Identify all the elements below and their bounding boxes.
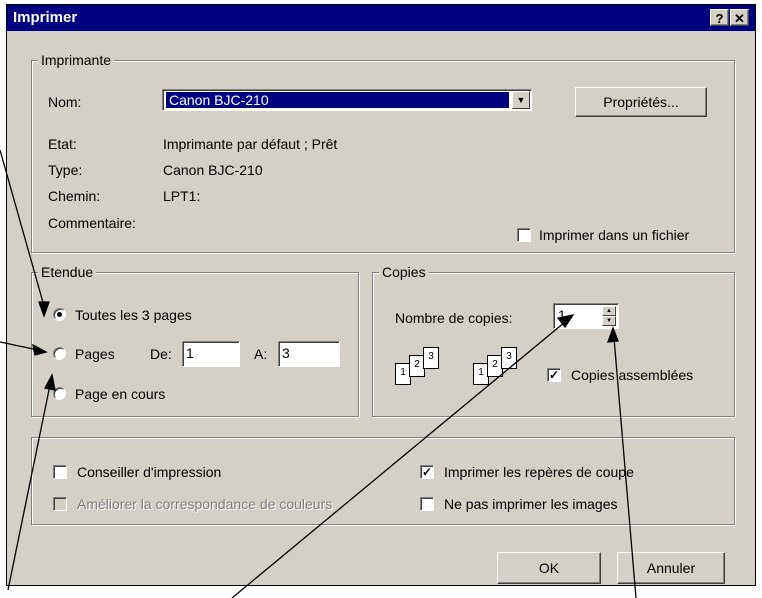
- printer-name-value: Canon BJC-210: [166, 92, 509, 108]
- printer-name-select[interactable]: Canon BJC-210 ▼: [162, 89, 532, 111]
- from-label: De:: [150, 346, 172, 362]
- page-3-icon: 3: [423, 347, 439, 369]
- properties-button[interactable]: Propriétés...: [575, 87, 707, 117]
- pages-label[interactable]: Pages: [75, 346, 115, 362]
- pages-radio[interactable]: [53, 347, 66, 360]
- copies-count-spinner[interactable]: 1 ▲ ▼: [553, 303, 619, 329]
- all-pages-radio[interactable]: [53, 308, 66, 321]
- copies-count-label: Nombre de copies:: [395, 310, 513, 326]
- printer-type-label: Type:: [48, 162, 83, 178]
- print-dialog: Imprimer ? ✕ Imprimante Nom: Canon BJC-2…: [6, 4, 756, 586]
- print-to-file-checkbox[interactable]: [517, 228, 531, 242]
- advise-label[interactable]: Conseiller d'impression: [77, 464, 221, 480]
- collated-pages-icon-2: 1 2 3: [473, 341, 533, 391]
- options-group: Conseiller d'impression Améliorer la cor…: [31, 437, 735, 525]
- help-button[interactable]: ?: [710, 9, 729, 26]
- range-group-legend: Etendue: [38, 264, 97, 280]
- crop-marks-checkbox[interactable]: ✓: [420, 465, 434, 479]
- improve-color-checkbox: [53, 497, 67, 511]
- all-pages-label[interactable]: Toutes les 3 pages: [75, 307, 192, 323]
- spin-up-icon[interactable]: ▲: [602, 306, 616, 316]
- range-group: Etendue Toutes les 3 pages Pages De: 1 A…: [31, 264, 359, 417]
- print-to-file-label[interactable]: Imprimer dans un fichier: [539, 227, 689, 243]
- current-page-radio[interactable]: [53, 387, 66, 400]
- collate-checkbox[interactable]: ✓: [547, 368, 561, 382]
- page-3-icon: 3: [501, 347, 517, 369]
- from-input[interactable]: 1: [182, 341, 240, 367]
- collate-label[interactable]: Copies assemblées: [571, 367, 693, 383]
- printer-group-legend: Imprimante: [38, 52, 115, 68]
- crop-marks-label[interactable]: Imprimer les repères de coupe: [444, 464, 634, 480]
- close-button[interactable]: ✕: [730, 9, 749, 26]
- printer-path-label: Chemin:: [48, 188, 101, 204]
- advise-checkbox[interactable]: [53, 465, 67, 479]
- printer-state-label: Etat:: [48, 136, 77, 152]
- printer-path-value: LPT1:: [163, 188, 201, 204]
- collated-pages-icon: 1 2 3: [395, 341, 455, 391]
- dialog-title: Imprimer: [13, 9, 78, 26]
- to-input[interactable]: 3: [278, 341, 340, 367]
- improve-color-label: Améliorer la correspondance de couleurs: [77, 496, 333, 512]
- printer-name-label: Nom:: [48, 94, 82, 110]
- chevron-down-icon[interactable]: ▼: [512, 91, 530, 109]
- ok-button[interactable]: OK: [497, 552, 601, 584]
- printer-type-value: Canon BJC-210: [163, 162, 263, 178]
- copies-count-value: 1: [558, 307, 566, 323]
- to-label: A:: [254, 346, 268, 362]
- no-images-checkbox[interactable]: [420, 497, 434, 511]
- spin-down-icon[interactable]: ▼: [602, 316, 616, 326]
- printer-comment-label: Commentaire:: [48, 215, 136, 231]
- printer-state-value: Imprimante par défaut ; Prêt: [163, 136, 338, 152]
- cancel-button[interactable]: Annuler: [617, 552, 725, 584]
- current-page-label[interactable]: Page en cours: [75, 386, 165, 402]
- printer-group: Imprimante Nom: Canon BJC-210 ▼ Propriét…: [31, 52, 735, 253]
- no-images-label[interactable]: Ne pas imprimer les images: [444, 496, 618, 512]
- title-bar: Imprimer ? ✕: [7, 5, 755, 31]
- copies-group: Copies Nombre de copies: 1 ▲ ▼ 1 2 3 1 2…: [372, 264, 735, 417]
- copies-group-legend: Copies: [379, 264, 429, 280]
